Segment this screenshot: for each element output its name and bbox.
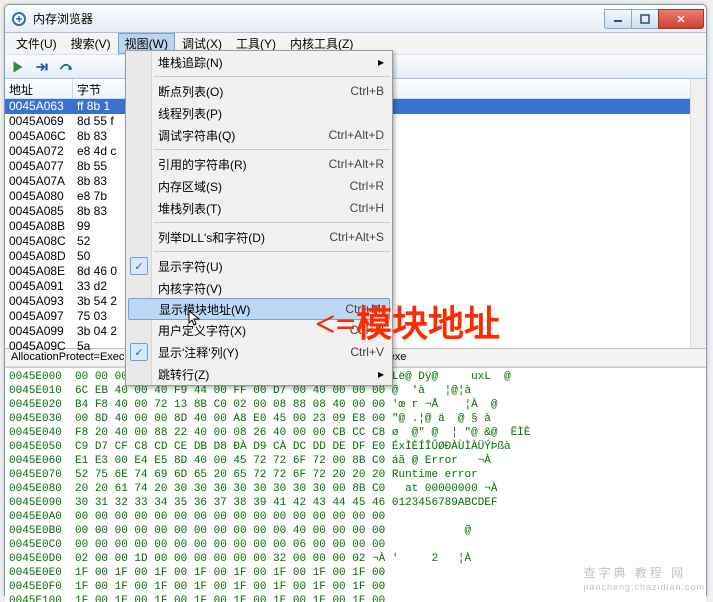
submenu-arrow-icon: ▸ <box>378 367 384 381</box>
menu-item[interactable]: 断点列表(O)Ctrl+B <box>126 80 392 102</box>
window-buttons <box>605 9 704 29</box>
app-icon <box>11 11 27 27</box>
maximize-button[interactable] <box>631 9 659 29</box>
menu-search[interactable]: 搜索(V) <box>64 33 118 54</box>
tool-run-icon[interactable] <box>9 58 27 76</box>
scrollbar[interactable] <box>690 79 706 348</box>
tool-stepover-icon[interactable] <box>57 58 75 76</box>
menu-item[interactable]: 线程列表(P) <box>126 102 392 124</box>
window-title: 内存浏览器 <box>33 10 605 27</box>
view-menu-dropdown: 堆栈追踪(N)▸ 断点列表(O)Ctrl+B线程列表(P)调试字符串(Q)Ctrl… <box>125 50 393 386</box>
menu-item[interactable]: 调试字符串(Q)Ctrl+Alt+D <box>126 124 392 146</box>
hexdump-view[interactable]: 0045E000 00 00 00 00 4C FF 47 40 FF 40 6… <box>5 367 706 602</box>
menu-item[interactable]: 列举DLL's和字符(D)Ctrl+Alt+S <box>126 226 392 248</box>
menu-item[interactable]: 堆栈列表(T)Ctrl+H <box>126 197 392 219</box>
menu-item[interactable]: ✓显示字符(U) <box>126 255 392 277</box>
submenu-arrow-icon: ▸ <box>378 55 384 69</box>
menu-item[interactable]: 跳转行(Z)▸ <box>126 363 392 385</box>
check-icon: ✓ <box>130 343 148 361</box>
menu-item[interactable]: 内核字符(V) <box>126 277 392 299</box>
menu-item[interactable]: 引用的字符串(R)Ctrl+Alt+R <box>126 153 392 175</box>
menu-file[interactable]: 文件(U) <box>9 33 64 54</box>
tool-step-icon[interactable] <box>33 58 51 76</box>
minimize-button[interactable] <box>604 9 632 29</box>
menu-item[interactable]: 显示模块地址(W)Ctrl+M <box>128 298 390 320</box>
check-icon: ✓ <box>130 257 148 275</box>
close-button[interactable] <box>658 9 704 29</box>
menu-item[interactable]: 用户定义字符(X)Ctrl+U <box>126 319 392 341</box>
titlebar[interactable]: 内存浏览器 <box>5 5 706 33</box>
col-address[interactable]: 地址 <box>5 79 73 98</box>
menu-item[interactable]: 堆栈追踪(N)▸ <box>126 51 392 73</box>
menu-item[interactable]: 内存区域(S)Ctrl+R <box>126 175 392 197</box>
menu-item[interactable]: ✓显示'注释'列(Y)Ctrl+V <box>126 341 392 363</box>
